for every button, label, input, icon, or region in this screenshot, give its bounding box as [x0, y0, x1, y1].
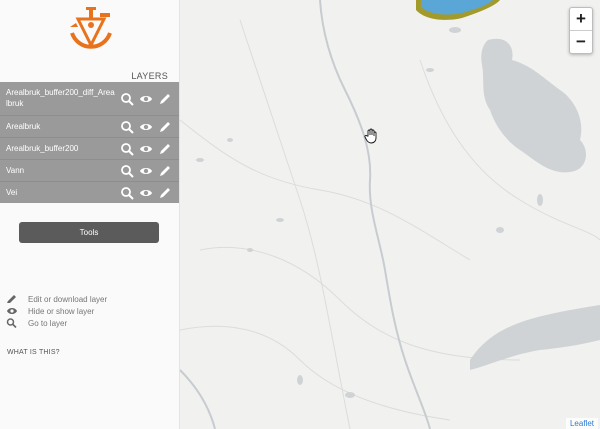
layer-list: Arealbruk_buffer200_diff_Arealbruk Areal… — [0, 82, 179, 203]
pencil-icon[interactable] — [158, 164, 172, 178]
search-icon — [6, 318, 18, 329]
pencil-icon[interactable] — [158, 142, 172, 156]
pencil-icon[interactable] — [158, 92, 172, 106]
zoom-control: + − — [569, 7, 593, 54]
zoom-in-button[interactable]: + — [570, 8, 592, 30]
legend-item: Go to layer — [6, 317, 107, 329]
layer-row: Arealbruk_buffer200 — [0, 137, 179, 159]
pencil-icon[interactable] — [158, 120, 172, 134]
sextant-logo-icon — [66, 5, 116, 49]
legend-text: Edit or download layer — [28, 294, 108, 304]
layer-row: Vann — [0, 159, 179, 181]
layer-row: Arealbruk_buffer200_diff_Arealbruk — [0, 82, 179, 115]
eye-icon — [6, 306, 18, 316]
search-icon[interactable] — [120, 186, 134, 200]
sidebar: LAYERS Arealbruk_buffer200_diff_Arealbru… — [0, 0, 180, 429]
search-icon[interactable] — [120, 142, 134, 156]
layer-row: Arealbruk — [0, 115, 179, 137]
search-icon[interactable] — [120, 92, 134, 106]
eye-icon[interactable] — [139, 142, 153, 156]
icon-legend: Edit or download layer Hide or show laye… — [6, 293, 107, 329]
tools-button[interactable]: Tools — [19, 222, 159, 243]
legend-text: Go to layer — [28, 318, 68, 328]
eye-icon[interactable] — [139, 120, 153, 134]
layers-heading: LAYERS — [131, 71, 168, 81]
layer-name: Arealbruk — [6, 122, 41, 131]
pencil-icon[interactable] — [158, 186, 172, 200]
zoom-out-button[interactable]: − — [570, 30, 592, 53]
layer-name: Arealbruk_buffer200_diff_Arealbruk — [6, 88, 115, 108]
layer-name: Vann — [6, 166, 25, 175]
layer-row: Vei — [0, 181, 179, 203]
what-is-this-link[interactable]: WHAT IS THIS? — [7, 349, 60, 356]
eye-icon[interactable] — [139, 164, 153, 178]
layer-name: Vei — [6, 188, 18, 197]
eye-icon[interactable] — [139, 92, 153, 106]
pencil-icon — [6, 294, 18, 304]
legend-text: Hide or show layer — [28, 306, 95, 316]
search-icon[interactable] — [120, 164, 134, 178]
layer-name: Arealbruk_buffer200 — [6, 144, 79, 153]
eye-icon[interactable] — [139, 186, 153, 200]
search-icon[interactable] — [120, 120, 134, 134]
attribution-link[interactable]: Leaflet — [565, 418, 598, 429]
legend-item: Edit or download layer — [6, 293, 107, 305]
legend-item: Hide or show layer — [6, 305, 107, 317]
hand-cursor-icon — [364, 128, 378, 144]
